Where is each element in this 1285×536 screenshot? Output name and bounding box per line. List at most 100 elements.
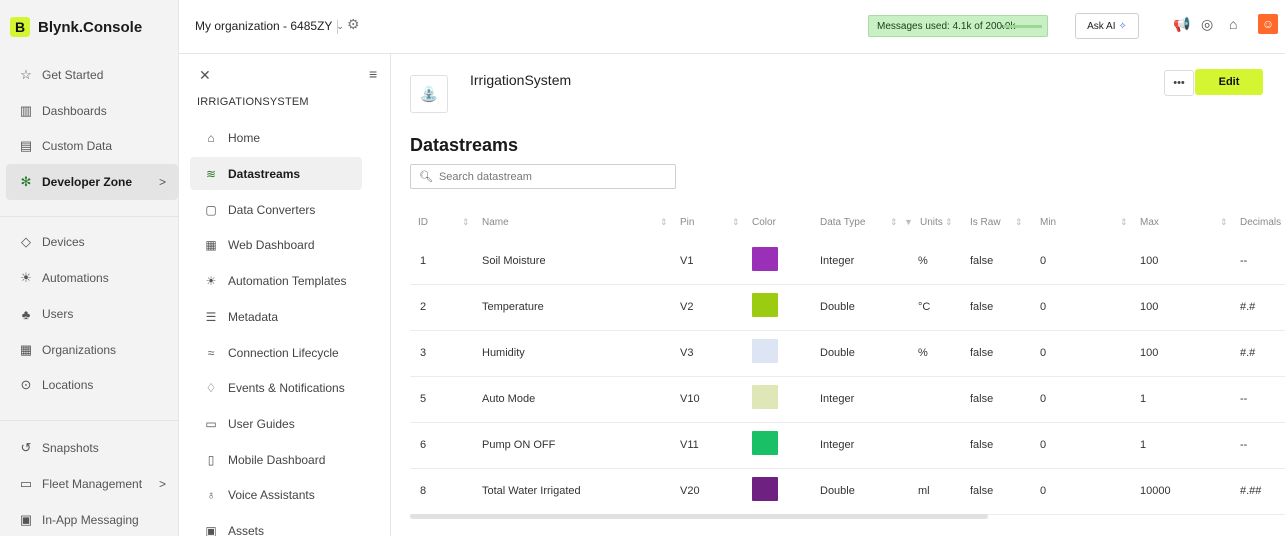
sub-item-metadata[interactable]: ☰ Metadata: [190, 300, 362, 333]
gear-icon[interactable]: ⚙: [347, 16, 360, 33]
cell-name: Total Water Irrigated: [482, 485, 581, 497]
search-input[interactable]: [438, 170, 659, 183]
sub-item-data-converters[interactable]: ▢ Data Converters: [190, 193, 362, 226]
table-row[interactable]: 2 Temperature V2 Double °C false 0 100 #.#: [410, 286, 1285, 331]
messages-used-text: Messages used: 4.1k of 200.0k: [877, 20, 1016, 32]
sub-item-events-notifications[interactable]: ♢ Events & Notifications: [190, 371, 362, 404]
table-header: ID ⇕ Name ⇕ Pin ⇕ Color Data Type ⇕ Units ⇕ Is Raw ⇕…: [410, 211, 1285, 237]
search-icon: 🔍︎: [419, 171, 433, 183]
nav-item-label: Snapshots: [42, 441, 99, 455]
cell-pin: V3: [680, 347, 694, 359]
column-header-id[interactable]: ID: [418, 217, 428, 228]
sub-item-mobile-dashboard[interactable]: ▯ Mobile Dashboard: [190, 443, 362, 476]
column-header-pin[interactable]: Pin: [680, 217, 694, 228]
cell-raw: false: [970, 255, 994, 267]
column-header-min[interactable]: Min: [1040, 217, 1056, 228]
chevron-right-icon: >: [158, 477, 166, 491]
organization-name: My organization - 6485ZY: [195, 19, 333, 33]
sort-icon[interactable]: ⇕: [1015, 217, 1023, 228]
cell-max: 100: [1140, 301, 1159, 313]
nav-item-locations[interactable]: ⊙ Locations: [6, 367, 178, 403]
nav-item-custom-data[interactable]: ▤ Custom Data: [6, 128, 178, 164]
edit-button[interactable]: Edit: [1195, 69, 1263, 95]
more-options-button[interactable]: •••: [1164, 70, 1194, 96]
snapshots-icon: ↺: [20, 440, 32, 455]
nav-item-in-app-messaging[interactable]: ▣ In-App Messaging: [6, 502, 178, 536]
sparkle-icon: ✧: [1118, 20, 1127, 32]
horizontal-scrollbar[interactable]: [410, 514, 988, 519]
ask-ai-button[interactable]: Ask AI ✧: [1075, 13, 1139, 39]
organization-selector[interactable]: My organization - 6485ZY ⌄: [195, 19, 344, 33]
sub-item-label: Web Dashboard: [228, 237, 315, 252]
nav-item-get-started[interactable]: ☆ Get Started: [6, 57, 178, 93]
book-icon: ▭: [205, 416, 217, 431]
cell-min: 0: [1040, 255, 1047, 267]
nav-item-users[interactable]: ♣ Users: [6, 296, 178, 332]
cell-min: 0: [1040, 347, 1047, 359]
organizations-icon: ▦: [19, 342, 33, 357]
nav-item-automations[interactable]: ☀ Automations: [6, 260, 178, 296]
sort-icon[interactable]: ⇕: [1220, 217, 1228, 228]
column-header-is-raw[interactable]: Is Raw: [970, 217, 1001, 228]
menu-icon[interactable]: ≡: [369, 66, 377, 82]
column-header-units[interactable]: Units: [920, 217, 943, 228]
nav-item-developer-zone[interactable]: ✻ Developer Zone >: [6, 164, 178, 200]
sort-icon[interactable]: ⇕: [945, 217, 953, 228]
close-icon[interactable]: ✕: [199, 67, 211, 84]
cell-max: 100: [1140, 255, 1159, 267]
automation-templates-icon: ☀: [205, 273, 217, 288]
brand[interactable]: B Blynk.Console: [0, 0, 178, 54]
sub-item-connection-lifecycle[interactable]: ≈ Connection Lifecycle: [190, 336, 362, 369]
sub-item-assets[interactable]: ▣ Assets: [190, 514, 362, 536]
sort-icon[interactable]: ⇕: [890, 217, 898, 228]
sub-item-datastreams[interactable]: ≋ Datastreams: [190, 157, 362, 190]
sub-item-label: Events & Notifications: [228, 380, 345, 395]
sub-item-web-dashboard[interactable]: ▦ Web Dashboard: [190, 228, 362, 261]
nav-item-dashboards[interactable]: ▥ Dashboards: [6, 93, 178, 129]
sort-icon[interactable]: ⇕: [462, 217, 470, 228]
table-row[interactable]: 5 Auto Mode V10 Integer false 0 1 --: [410, 378, 1285, 423]
color-swatch: [752, 247, 778, 271]
help-icon[interactable]: ◎: [1201, 16, 1213, 33]
table-row[interactable]: 8 Total Water Irrigated V20 Double ml false 0 1…: [410, 470, 1285, 515]
sort-icon[interactable]: ⇕: [1120, 217, 1128, 228]
nav-item-devices[interactable]: ◇ Devices: [6, 224, 178, 260]
color-swatch: [752, 339, 778, 363]
cell-min: 0: [1040, 393, 1047, 405]
nav-divider: [0, 420, 179, 421]
filter-icon[interactable]: ▼: [904, 217, 913, 227]
avatar[interactable]: ☺: [1258, 14, 1278, 34]
sub-item-automation-templates[interactable]: ☀ Automation Templates: [190, 264, 362, 297]
gift-icon[interactable]: ⌂: [1229, 16, 1237, 32]
divider: [337, 20, 338, 34]
page-title: Datastreams: [410, 135, 519, 155]
table-row[interactable]: 6 Pump ON OFF V11 Integer false 0 1 --: [410, 424, 1285, 469]
app-sidebar: B Blynk.Console ☆ Get Started ▥ Dashboards ▤…: [0, 0, 179, 536]
users-icon: ♣: [21, 306, 31, 322]
column-header-name[interactable]: Name: [482, 217, 509, 228]
nav-item-fleet-management[interactable]: ▭ Fleet Management >: [6, 466, 178, 502]
column-header-data-type[interactable]: Data Type: [820, 217, 865, 228]
column-header-color[interactable]: Color: [752, 217, 776, 228]
sort-icon[interactable]: ⇕: [732, 217, 740, 228]
search-box[interactable]: 🔍︎: [410, 164, 676, 189]
color-swatch: [752, 385, 778, 409]
cell-decimals: --: [1240, 439, 1248, 451]
sort-icon[interactable]: ⇕: [660, 217, 668, 228]
megaphone-icon[interactable]: 📢: [1173, 16, 1190, 33]
nav-item-organizations[interactable]: ▦ Organizations: [6, 332, 178, 368]
messages-used-badge[interactable]: Messages used: 4.1k of 200.0k: [868, 15, 1048, 37]
cell-units: %: [918, 347, 928, 359]
cell-type: Integer: [820, 439, 855, 451]
sub-item-voice-assistants[interactable]: ♁ Voice Assistants: [190, 478, 362, 511]
nav-item-snapshots[interactable]: ↺ Snapshots: [6, 430, 178, 466]
sub-item-label: Voice Assistants: [228, 487, 315, 502]
sub-item-user-guides[interactable]: ▭ User Guides: [190, 407, 362, 440]
column-header-decimals[interactable]: Decimals: [1240, 217, 1281, 228]
column-header-max[interactable]: Max: [1140, 217, 1159, 228]
cell-type: Integer: [820, 255, 855, 267]
sub-item-home[interactable]: ⌂ Home: [190, 121, 362, 154]
nav-item-label: Automations: [42, 271, 109, 285]
table-row[interactable]: 3 Humidity V3 Double% false 0 100 #.#: [410, 332, 1285, 377]
table-row[interactable]: 1 Soil Moisture V1 Integer% false 0 100 --: [410, 240, 1285, 285]
